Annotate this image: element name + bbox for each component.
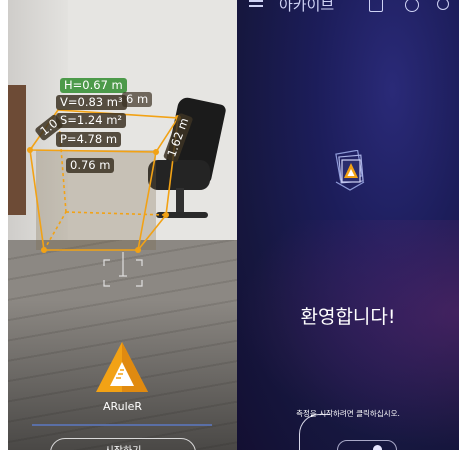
screenshot-frame: H=0.67 m V=0.83 m³ 6 m S=1.24 m² 1.0 P=4… bbox=[8, 0, 459, 450]
volume-measurement-label: V=0.83 m³ bbox=[56, 95, 127, 110]
perimeter-measurement-label: P=4.78 m bbox=[56, 132, 122, 147]
search-icon[interactable] bbox=[437, 0, 449, 10]
measure-dot-icon[interactable] bbox=[373, 445, 382, 450]
welcome-heading: 환영합니다! bbox=[300, 306, 396, 328]
start-button[interactable]: 시작하기 bbox=[50, 438, 196, 450]
menu-icon[interactable] bbox=[249, 0, 263, 10]
welcome-screen: 아카이브 환영합니다! 측정을 시작하려면 클릭하십시오. bbox=[237, 0, 459, 450]
ar-camera-view[interactable]: H=0.67 m V=0.83 m³ 6 m S=1.24 m² 1.0 P=4… bbox=[8, 0, 237, 450]
aruler-logo-icon bbox=[92, 338, 152, 398]
add-icon[interactable] bbox=[369, 0, 383, 12]
settings-icon[interactable] bbox=[405, 0, 419, 12]
start-measure-button[interactable] bbox=[337, 440, 397, 450]
height-measurement-label: H=0.67 m bbox=[60, 78, 127, 93]
archive-logo-icon bbox=[330, 149, 370, 194]
logo-divider bbox=[32, 424, 212, 426]
top-bar: 아카이브 bbox=[237, 0, 459, 24]
start-hint-text: 측정을 시작하려면 클릭하십시오. bbox=[296, 409, 400, 418]
top-edge-measurement-label: 6 m bbox=[122, 92, 153, 107]
app-name-label: ARuleR bbox=[102, 400, 143, 413]
header-title: 아카이브 bbox=[279, 0, 335, 14]
hint-arrow bbox=[299, 414, 330, 450]
front-edge-measurement-label: 0.76 m bbox=[66, 158, 115, 173]
surface-measurement-label: S=1.24 m² bbox=[56, 113, 127, 128]
